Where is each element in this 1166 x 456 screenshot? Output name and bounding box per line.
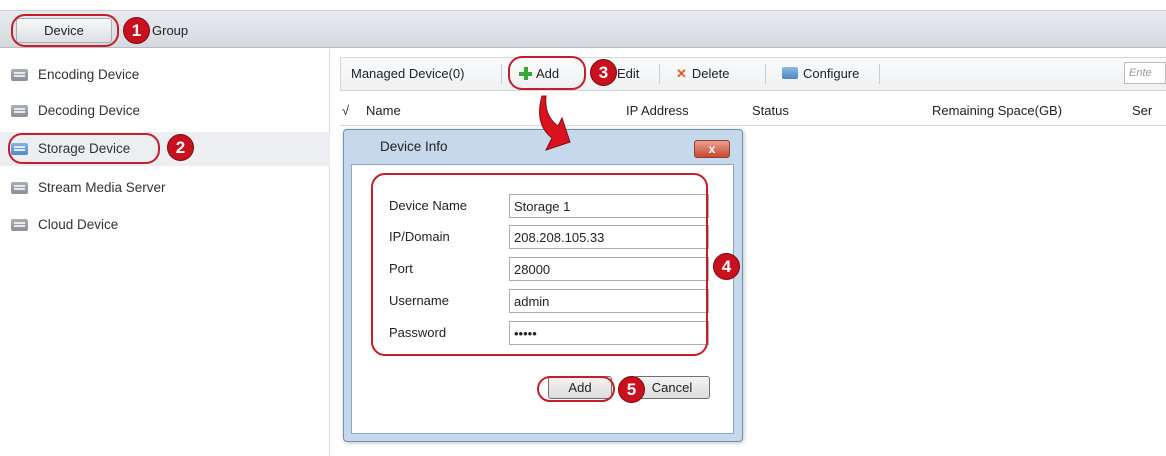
delete-label: Delete	[691, 66, 730, 81]
edit-button[interactable]: Edit	[617, 58, 639, 90]
delete-button[interactable]: ✕ Delete	[676, 58, 729, 90]
configure-icon	[782, 67, 798, 79]
column-header-remaining-space[interactable]: Remaining Space(GB)	[932, 96, 1062, 126]
step-badge-3: 3	[590, 59, 617, 86]
annotation-outline-storage-device	[8, 133, 160, 164]
cancel-button[interactable]: Cancel	[634, 376, 710, 399]
tab-group[interactable]: Group	[152, 18, 188, 43]
device-table-header: √ Name IP Address Status Remaining Space…	[340, 96, 1166, 126]
dialog-title: Device Info	[380, 139, 448, 154]
toolbar-divider	[765, 64, 766, 84]
delete-x-icon: ✕	[676, 66, 687, 81]
sidebar-item-encoding-device[interactable]: Encoding Device	[0, 58, 330, 92]
device-type-sidebar: Encoding Device Decoding Device Storage …	[0, 49, 330, 456]
sidebar-item-label: Encoding Device	[38, 67, 140, 82]
device-icon	[11, 105, 28, 117]
toolbar-divider	[879, 64, 880, 84]
column-header-name[interactable]: Name	[366, 96, 401, 126]
step-badge-4: 4	[713, 253, 740, 280]
device-toolbar: Managed Device(0) Add Edit ✕ Delete Confi…	[340, 57, 1166, 91]
arrow-icon	[539, 95, 571, 151]
device-icon	[11, 219, 28, 231]
server-icon	[11, 182, 28, 194]
annotation-outline-add-button	[537, 376, 615, 402]
step-badge-5: 5	[618, 376, 645, 403]
column-header-server[interactable]: Ser	[1132, 96, 1152, 126]
select-all-checkbox[interactable]: √	[342, 96, 349, 126]
column-header-ip-address[interactable]: IP Address	[626, 96, 689, 126]
top-tab-bar: Device Group	[0, 10, 1166, 48]
sidebar-item-cloud-device[interactable]: Cloud Device	[0, 208, 330, 242]
sidebar-item-decoding-device[interactable]: Decoding Device	[0, 94, 330, 128]
sidebar-item-label: Stream Media Server	[38, 180, 166, 195]
close-button[interactable]: x	[694, 140, 730, 158]
toolbar-divider	[501, 64, 502, 84]
toolbar-divider	[659, 64, 660, 84]
configure-label: Configure	[803, 66, 860, 81]
step-badge-2: 2	[167, 134, 194, 161]
device-icon	[11, 69, 28, 81]
annotation-outline-add	[508, 56, 586, 90]
search-input[interactable]: Ente	[1124, 62, 1166, 84]
step-badge-1: 1	[123, 17, 150, 44]
configure-button[interactable]: Configure	[782, 58, 859, 90]
sidebar-item-label: Decoding Device	[38, 103, 141, 118]
sidebar-item-stream-media-server[interactable]: Stream Media Server	[0, 171, 330, 205]
column-header-status[interactable]: Status	[752, 96, 789, 126]
managed-device-count: Managed Device(0)	[351, 66, 465, 81]
annotation-outline-device-tab	[11, 14, 119, 47]
sidebar-item-label: Cloud Device	[38, 217, 119, 232]
annotation-outline-form	[371, 173, 708, 356]
